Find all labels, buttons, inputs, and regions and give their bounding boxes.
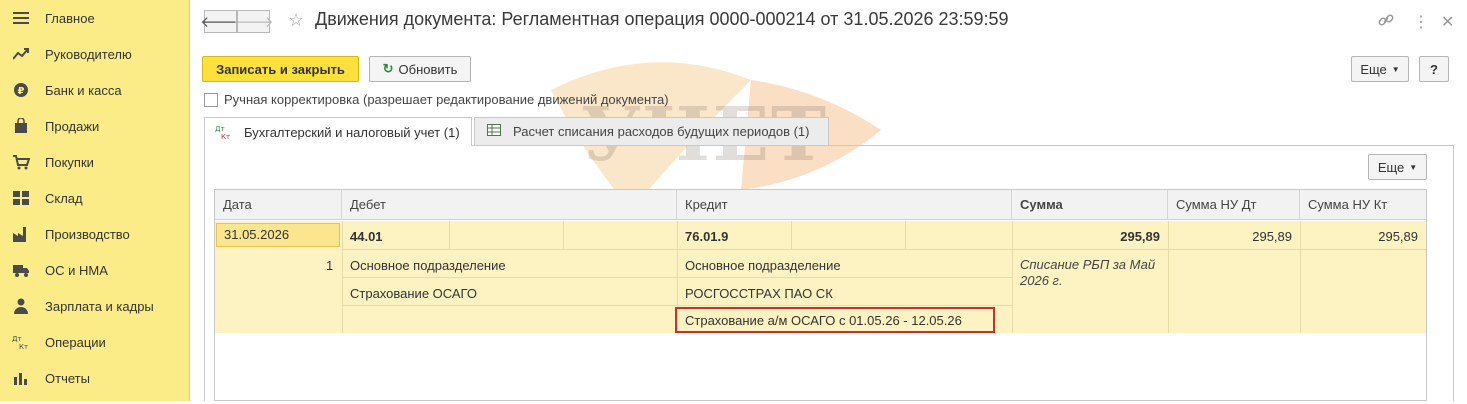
sidebar-item-label: Операции bbox=[45, 334, 106, 350]
menu-icon bbox=[12, 9, 30, 27]
svg-text:Дт: Дт bbox=[215, 125, 225, 133]
cell-credit-subconto-1[interactable]: Основное подразделение bbox=[685, 258, 841, 273]
sidebar-item-main[interactable]: Главное bbox=[0, 0, 190, 36]
table-icon bbox=[487, 124, 501, 139]
sidebar-item-label: Отчеты bbox=[45, 370, 90, 386]
sidebar-item-label: Покупки bbox=[45, 154, 94, 170]
cart-icon bbox=[12, 153, 30, 171]
tab-label: Расчет списания расходов будущих периодо… bbox=[513, 124, 810, 139]
cell-debit-subconto-1[interactable]: Основное подразделение bbox=[350, 258, 506, 273]
svg-text:Кт: Кт bbox=[19, 343, 28, 350]
sidebar-item-label: Склад bbox=[45, 190, 83, 206]
sidebar-item-label: Главное bbox=[45, 10, 95, 26]
table-more-button[interactable]: Еще ▼ bbox=[1368, 154, 1427, 180]
row-divider bbox=[1012, 249, 1426, 250]
truck-icon bbox=[12, 261, 30, 279]
column-divider bbox=[563, 221, 564, 249]
svg-text:Дт: Дт bbox=[12, 335, 22, 343]
manual-edit-label: Ручная корректировка (разрешает редактир… bbox=[224, 92, 669, 107]
table-header: Дата Дебет Кредит Сумма Сумма НУ Дт Сумм… bbox=[215, 190, 1426, 220]
cell-credit-account[interactable]: 76.01.9 bbox=[685, 229, 728, 244]
column-header-credit[interactable]: Кредит bbox=[677, 190, 1012, 220]
tab-accounting[interactable]: Дт Кт Бухгалтерский и налоговый учет (1) bbox=[204, 117, 472, 146]
column-header-sum-nu-dt[interactable]: Сумма НУ Дт bbox=[1168, 190, 1300, 220]
column-header-sum-nu-kt[interactable]: Сумма НУ Кт bbox=[1300, 190, 1426, 220]
more-button[interactable]: Еще ▼ bbox=[1351, 56, 1409, 82]
refresh-icon: ↻ bbox=[382, 61, 394, 76]
save-and-close-button[interactable]: Записать и закрыть bbox=[202, 56, 359, 82]
cell-debit-account[interactable]: 44.01 bbox=[350, 229, 383, 244]
cell-credit-subconto-2[interactable]: РОСГОССТРАХ ПАО СК bbox=[685, 286, 833, 301]
column-header-debit[interactable]: Дебет bbox=[342, 190, 677, 220]
main-area: УЧЕТ БЕЗ ЗАБОТ 🡐 🡒 ☆ Движения документа:… bbox=[191, 0, 1467, 404]
sidebar-item-operations[interactable]: Дт Кт Операции bbox=[0, 324, 190, 360]
annotation-highlight-box bbox=[675, 307, 995, 333]
cell-debit-subconto-2[interactable]: Страхование ОСАГО bbox=[350, 286, 477, 301]
svg-text:₽: ₽ bbox=[18, 86, 25, 97]
cell-date[interactable]: 31.05.2026 bbox=[216, 223, 340, 247]
sidebar-item-salary[interactable]: Зарплата и кадры bbox=[0, 288, 190, 324]
sidebar-item-label: Производство bbox=[45, 226, 130, 242]
sidebar-item-purchases[interactable]: Покупки bbox=[0, 144, 190, 180]
sidebar: Главное Руководителю ₽ Банк и касса Прод… bbox=[0, 0, 190, 401]
tab-deferred-expenses[interactable]: Расчет списания расходов будущих периодо… bbox=[474, 117, 829, 145]
sidebar-item-sales[interactable]: Продажи bbox=[0, 108, 190, 144]
bar-chart-icon bbox=[12, 369, 30, 387]
more-vertical-icon[interactable]: ⋮ bbox=[1413, 12, 1429, 32]
link-icon[interactable] bbox=[1378, 12, 1394, 33]
trend-icon bbox=[12, 45, 30, 63]
chevron-down-icon: ▼ bbox=[1409, 162, 1418, 172]
sidebar-item-fixed-assets[interactable]: ОС и НМА bbox=[0, 252, 190, 288]
svg-text:Кт: Кт bbox=[221, 133, 230, 140]
page-title: Движения документа: Регламентная операци… bbox=[315, 9, 1009, 29]
refresh-label: Обновить bbox=[398, 61, 458, 77]
sidebar-item-label: Зарплата и кадры bbox=[45, 298, 154, 314]
sidebar-item-label: Банк и касса bbox=[45, 82, 122, 98]
refresh-button[interactable]: ↻ Обновить bbox=[369, 56, 471, 82]
person-icon bbox=[12, 297, 30, 315]
sidebar-item-reports[interactable]: Отчеты bbox=[0, 360, 190, 396]
sidebar-item-production[interactable]: Производство bbox=[0, 216, 190, 252]
column-header-sum[interactable]: Сумма bbox=[1012, 190, 1168, 220]
cell-sum[interactable]: 295,89 bbox=[1012, 229, 1160, 244]
back-button[interactable]: 🡐 bbox=[200, 10, 241, 33]
chevron-down-icon: ▼ bbox=[1391, 64, 1400, 74]
column-header-date[interactable]: Дата bbox=[215, 190, 342, 220]
help-button[interactable]: ? bbox=[1419, 56, 1449, 82]
sidebar-item-label: Руководителю bbox=[45, 46, 132, 62]
column-divider bbox=[449, 221, 450, 249]
ruble-icon: ₽ bbox=[12, 81, 30, 99]
star-icon[interactable]: ☆ bbox=[288, 10, 304, 31]
cell-row-number: 1 bbox=[326, 258, 334, 273]
bag-icon bbox=[12, 117, 30, 135]
arrow-right-icon: 🡒 bbox=[233, 14, 274, 31]
sidebar-item-bank[interactable]: ₽ Банк и касса bbox=[0, 72, 190, 108]
dt-kt-icon: Дт Кт bbox=[12, 333, 30, 351]
row-divider bbox=[342, 305, 1012, 306]
row-divider bbox=[342, 277, 1012, 278]
more-label: Еще bbox=[1377, 159, 1405, 175]
sidebar-item-label: ОС и НМА bbox=[45, 262, 108, 278]
entries-table: Дата Дебет Кредит Сумма Сумма НУ Дт Сумм… bbox=[214, 189, 1427, 401]
cell-sum-nu-kt[interactable]: 295,89 bbox=[1300, 229, 1418, 244]
sidebar-item-warehouse[interactable]: Склад bbox=[0, 180, 190, 216]
dt-kt-icon: Дт Кт bbox=[215, 124, 231, 141]
sidebar-item-manager[interactable]: Руководителю bbox=[0, 36, 190, 72]
cell-sum-nu-dt[interactable]: 295,89 bbox=[1168, 229, 1292, 244]
tab-label: Бухгалтерский и налоговый учет (1) bbox=[244, 124, 460, 140]
forward-button[interactable]: 🡒 bbox=[233, 10, 274, 33]
column-divider bbox=[905, 221, 906, 249]
manual-edit-checkbox[interactable] bbox=[204, 93, 218, 107]
factory-icon bbox=[12, 225, 30, 243]
cell-sum-comment[interactable]: Списание РБП за Май 2026 г. bbox=[1020, 257, 1160, 289]
column-divider bbox=[791, 221, 792, 249]
row-divider bbox=[342, 249, 1012, 250]
sidebar-item-label: Продажи bbox=[45, 118, 100, 134]
more-label: Еще bbox=[1360, 61, 1387, 77]
close-icon[interactable]: ✕ bbox=[1441, 12, 1454, 32]
warehouse-icon bbox=[12, 189, 30, 207]
